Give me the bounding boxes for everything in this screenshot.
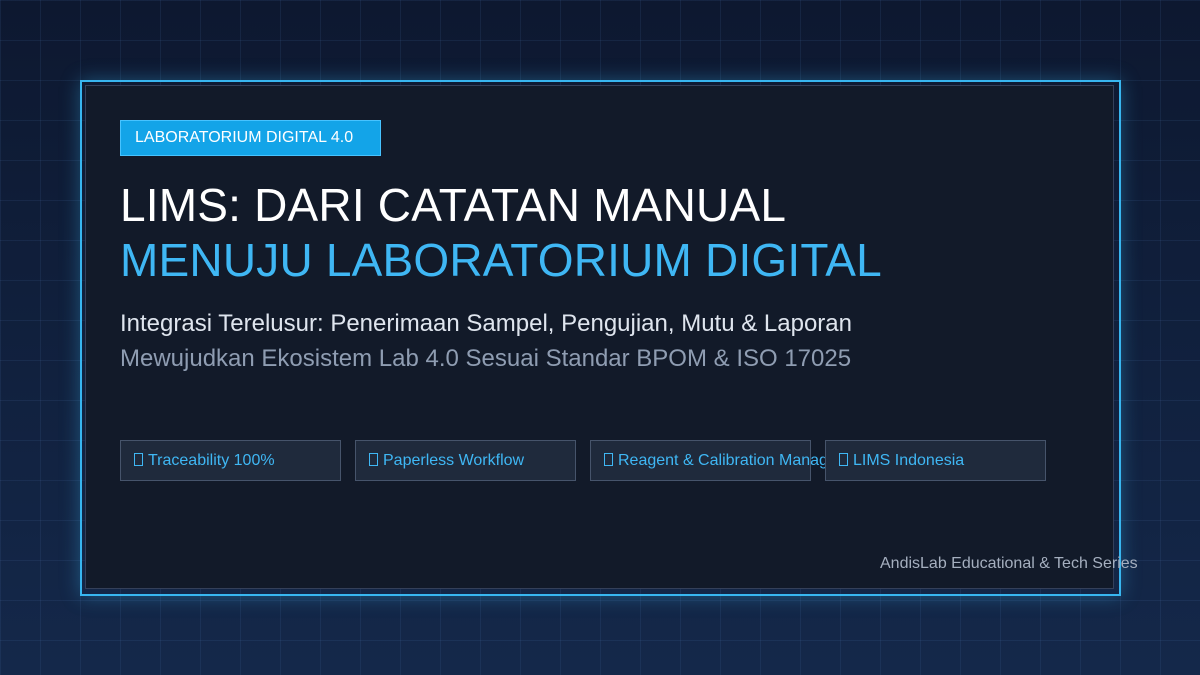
unknown-glyph-icon xyxy=(369,453,378,466)
chip-label: LIMS Indonesia xyxy=(853,452,965,469)
unknown-glyph-icon xyxy=(839,453,848,466)
feature-chip-paperless: Paperless Workflow xyxy=(355,440,576,481)
unknown-glyph-icon xyxy=(134,453,143,466)
category-badge: LABORATORIUM DIGITAL 4.0 xyxy=(120,120,381,156)
subtitle-line-2: Mewujudkan Ekosistem Lab 4.0 Sesuai Stan… xyxy=(120,345,852,372)
feature-chip-reagent-calibration: Reagent & Calibration Manag xyxy=(590,440,828,481)
unknown-glyph-icon xyxy=(604,453,613,466)
footer-series-label: AndisLab Educational & Tech Series xyxy=(880,555,1138,572)
chip-label: Reagent & Calibration Manag xyxy=(618,452,828,469)
page-title-line-2: MENUJU LABORATORIUM DIGITAL xyxy=(120,234,882,286)
subtitle-line-1: Integrasi Terelusur: Penerimaan Sampel, … xyxy=(120,310,852,337)
chip-label: Traceability 100% xyxy=(148,452,275,469)
feature-chip-traceability: Traceability 100% xyxy=(120,440,341,481)
page-title-line-1: LIMS: DARI CATATAN MANUAL xyxy=(120,179,787,231)
feature-chip-lims-indonesia: LIMS Indonesia xyxy=(825,440,1046,481)
chip-label: Paperless Workflow xyxy=(383,452,525,469)
